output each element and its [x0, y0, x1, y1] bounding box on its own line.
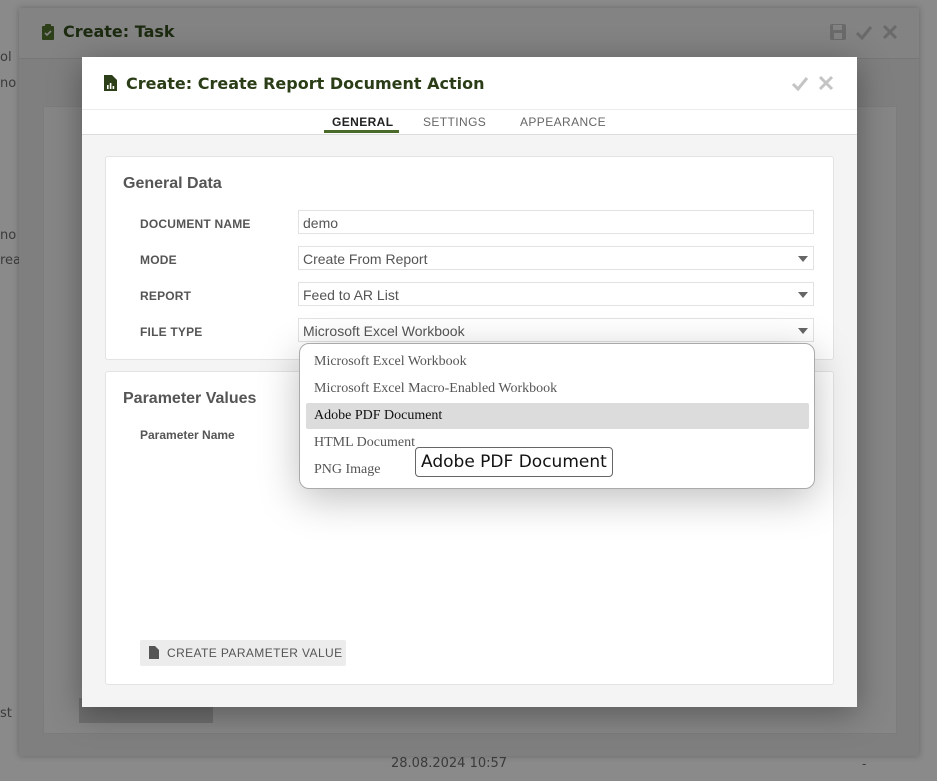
- dropdown-option[interactable]: Microsoft Excel Macro-Enabled Workbook: [306, 376, 809, 402]
- section-title: Parameter Values: [123, 390, 257, 407]
- task-footer-date: 28.08.2024 10:57: [391, 756, 508, 771]
- section-title: General Data: [123, 175, 222, 192]
- task-dialog-title: Create: Task: [63, 22, 175, 41]
- column-header-parameter-name: Parameter Name: [140, 428, 235, 442]
- task-footer-dash: -: [862, 756, 867, 771]
- tab-appearance[interactable]: APPEARANCE: [520, 115, 606, 129]
- dropdown-option-highlighted[interactable]: Adobe PDF Document: [306, 403, 809, 429]
- field-label: FILE TYPE: [140, 325, 203, 339]
- option-tooltip: Adobe PDF Document: [415, 447, 613, 477]
- file-type-select[interactable]: Microsoft Excel Workbook: [298, 318, 814, 342]
- chevron-down-icon: [798, 292, 808, 298]
- modal-title: Create: Create Report Document Action: [126, 74, 485, 93]
- bg-text: st: [0, 706, 12, 721]
- chevron-down-icon: [798, 256, 808, 262]
- save-icon[interactable]: [829, 23, 847, 46]
- field-value: demo: [303, 215, 339, 231]
- button-label: CREATE PARAMETER VALUE: [167, 646, 343, 660]
- create-parameter-value-button[interactable]: CREATE PARAMETER VALUE: [140, 640, 346, 666]
- field-label: REPORT: [140, 289, 192, 303]
- tab-settings[interactable]: SETTINGS: [423, 115, 486, 129]
- bg-text: no: [0, 228, 17, 243]
- task-dialog-header: Create: Task: [19, 8, 919, 59]
- bg-text: rea: [0, 253, 22, 268]
- field-label: MODE: [140, 253, 177, 267]
- document-chart-icon: [104, 75, 117, 96]
- close-icon[interactable]: [817, 74, 835, 97]
- bg-text: ol: [0, 50, 12, 65]
- document-name-input[interactable]: demo: [298, 210, 814, 234]
- report-select[interactable]: Feed to AR List: [298, 282, 814, 306]
- clipboard-icon: [41, 24, 55, 45]
- check-icon[interactable]: [791, 74, 809, 97]
- mode-select[interactable]: Create From Report: [298, 246, 814, 270]
- bg-text: no: [0, 76, 17, 91]
- tab-active-indicator: [324, 130, 399, 133]
- field-label: DOCUMENT NAME: [140, 217, 251, 231]
- document-icon: [149, 646, 159, 662]
- dropdown-option[interactable]: Microsoft Excel Workbook: [306, 349, 809, 375]
- tab-bar: GENERAL SETTINGS APPEARANCE: [82, 109, 857, 135]
- check-icon[interactable]: [855, 23, 873, 46]
- field-value: Create From Report: [303, 251, 428, 267]
- general-data-card: General Data DOCUMENT NAME demo MODE Cre…: [105, 156, 834, 360]
- modal-header: Create: Create Report Document Action: [82, 57, 857, 109]
- field-value: Microsoft Excel Workbook: [303, 323, 465, 339]
- close-icon[interactable]: [881, 23, 899, 46]
- chevron-down-icon: [798, 328, 808, 334]
- tab-general[interactable]: GENERAL: [332, 115, 393, 129]
- field-value: Feed to AR List: [303, 287, 399, 303]
